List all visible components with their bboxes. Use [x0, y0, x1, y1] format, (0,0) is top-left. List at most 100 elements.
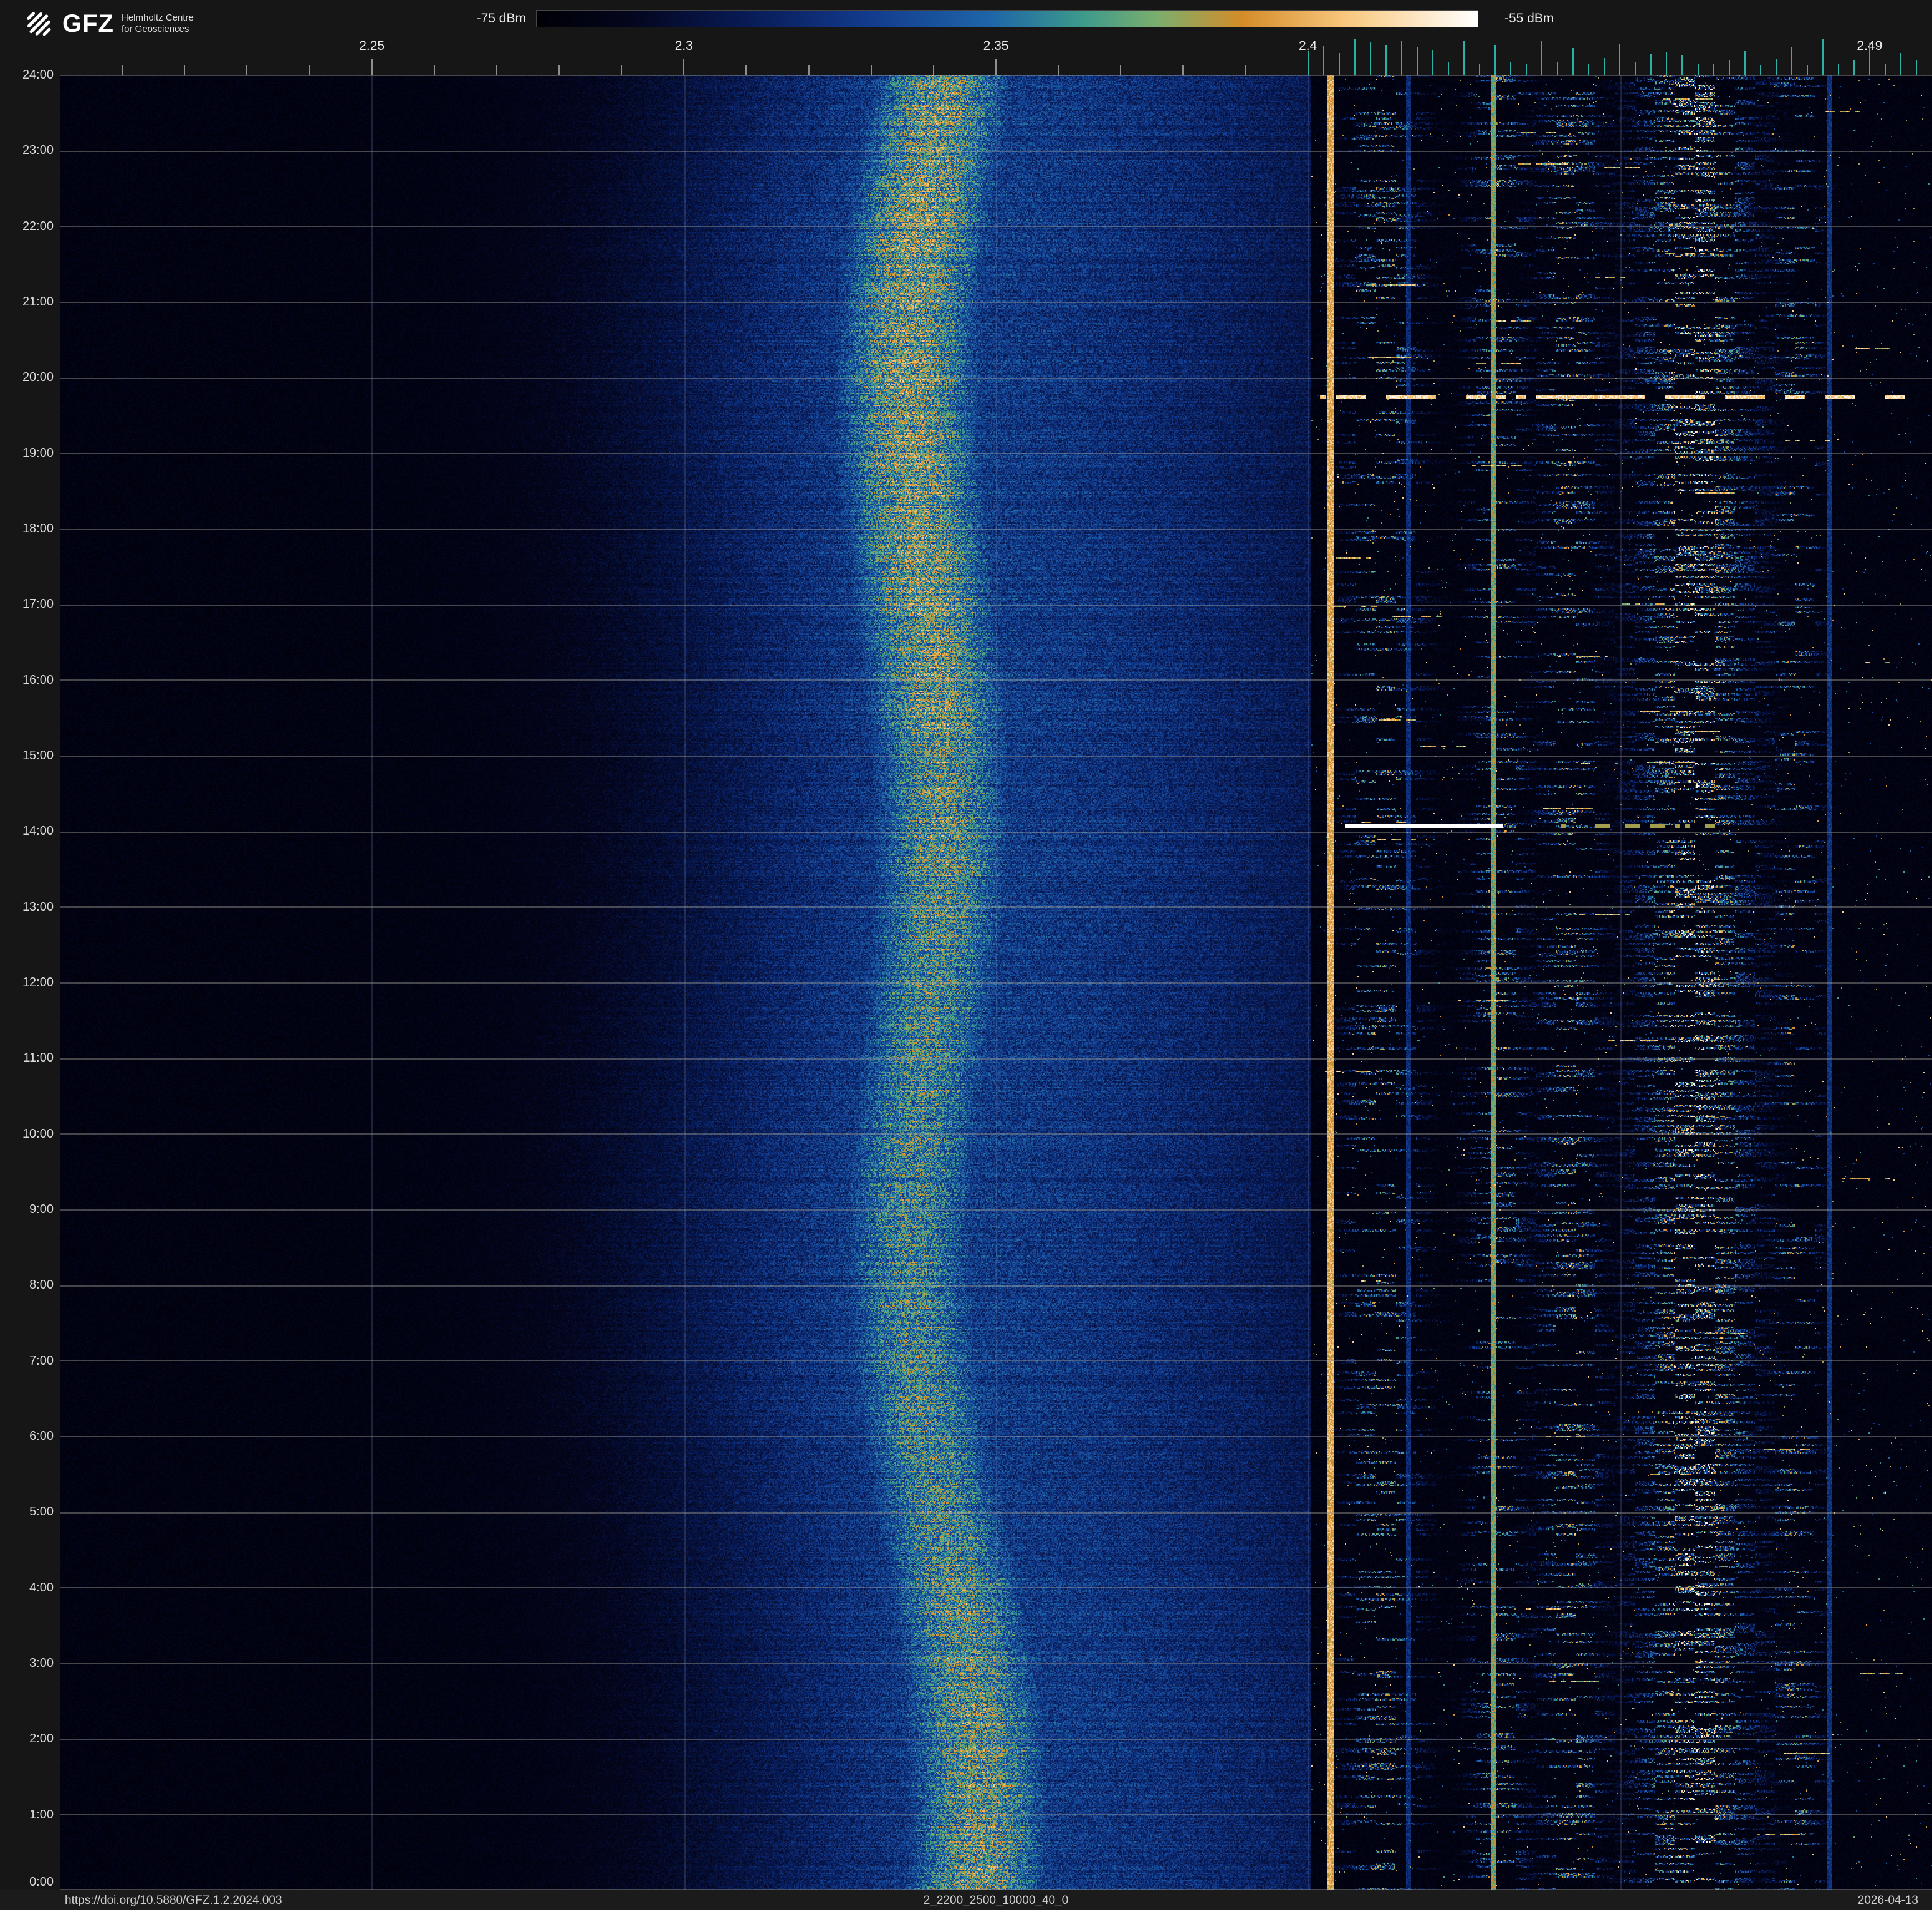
time-tick-label: 10:00	[22, 1126, 54, 1141]
time-tick-label: 0:00	[29, 1875, 54, 1889]
wifi-activity-tick	[1479, 64, 1481, 75]
wifi-activity-tick	[1697, 64, 1699, 75]
wifi-activity-tick	[1728, 60, 1730, 75]
spectrogram-canvas	[60, 75, 1932, 1890]
time-tick-label: 9:00	[29, 1202, 54, 1216]
time-tick-label: 22:00	[22, 219, 54, 233]
frequency-minor-tick	[371, 59, 373, 75]
wifi-activity-tick	[1619, 44, 1621, 75]
frequency-minor-tick	[495, 65, 497, 75]
wifi-activity-tick	[1400, 41, 1402, 75]
colorbar-min-label: -75 dBm	[476, 11, 526, 26]
frequency-minor-tick	[683, 59, 685, 75]
wifi-activity-tick	[1884, 64, 1886, 75]
gfz-logo-icon	[27, 12, 51, 36]
time-tick-label: 18:00	[22, 522, 54, 535]
wifi-activity-tick	[1369, 42, 1371, 75]
time-tick-label: 14:00	[22, 824, 54, 838]
wifi-activity-tick	[1666, 52, 1668, 75]
wifi-activity-tick	[1635, 62, 1637, 75]
time-tick-label: 12:00	[22, 976, 54, 989]
frequency-minor-tick	[621, 65, 623, 75]
frequency-minor-tick	[433, 65, 435, 75]
frequency-minor-tick	[995, 59, 997, 75]
time-tick-label: 11:00	[23, 1051, 54, 1065]
frequency-minor-tick	[122, 65, 123, 75]
wifi-activity-tick	[1915, 60, 1917, 75]
wifi-activity-tick	[1900, 53, 1901, 75]
time-tick-label: 7:00	[29, 1353, 54, 1368]
frequency-minor-tick	[246, 65, 248, 75]
wifi-activity-tick	[1510, 62, 1512, 75]
wifi-activity-tick	[1837, 64, 1839, 75]
time-tick-label: 3:00	[29, 1656, 54, 1670]
doi-text: https://doi.org/10.5880/GFZ.1.2.2024.003	[65, 1894, 282, 1907]
frequency-minor-tick	[308, 65, 310, 75]
frequency-minor-tick	[808, 65, 810, 75]
wifi-activity-tick	[1791, 47, 1792, 75]
frequency-minor-tick	[558, 65, 560, 75]
wifi-activity-tick	[1868, 43, 1870, 75]
frequency-minor-tick	[1120, 65, 1122, 75]
time-tick-label: 21:00	[22, 295, 54, 309]
wifi-activity-tick	[1526, 64, 1528, 75]
wifi-activity-tick	[1432, 50, 1433, 75]
gfz-logo-subtitle: Helmholtz Centre for Geosciences	[122, 12, 194, 35]
date-text: 2026-04-13	[1857, 1894, 1918, 1907]
time-tick-label: 5:00	[29, 1505, 54, 1519]
frequency-tick-label: 2.35	[983, 39, 1009, 53]
colorbar-max-label: -55 dBm	[1504, 11, 1554, 26]
footer-bar: https://doi.org/10.5880/GFZ.1.2.2024.003…	[0, 1890, 1932, 1910]
time-tick-label: 16:00	[22, 673, 54, 687]
frequency-minor-tick	[932, 65, 934, 75]
time-tick-label: 24:00	[22, 68, 54, 82]
wifi-activity-tick	[1822, 39, 1824, 75]
time-tick-label: 19:00	[22, 446, 54, 460]
wifi-activity-tick	[1588, 64, 1590, 75]
wifi-activity-tick	[1557, 62, 1559, 75]
spectrogram-page: GFZ Helmholtz Centre for Geosciences -75…	[0, 0, 1932, 1910]
time-tick-label: 15:00	[22, 749, 54, 762]
wifi-activity-tick	[1572, 48, 1574, 75]
wifi-activity-tick	[1775, 59, 1777, 75]
colorbar-gradient	[536, 10, 1478, 27]
gfz-logo-subtitle-line1: Helmholtz Centre	[121, 12, 194, 23]
wifi-activity-tick	[1463, 41, 1465, 75]
wifi-activity-tick	[1447, 62, 1449, 75]
time-tick-label: 2:00	[29, 1732, 54, 1746]
frequency-minor-tick	[184, 65, 186, 75]
wifi-activity-tick	[1650, 54, 1652, 75]
frequency-minor-tick	[1058, 65, 1059, 75]
frequency-tick-label: 2.25	[359, 39, 385, 53]
gfz-logo: GFZ Helmholtz Centre for Geosciences	[22, 7, 194, 40]
wifi-activity-tick	[1744, 51, 1746, 75]
time-tick-label: 8:00	[29, 1278, 54, 1292]
time-tick-label: 1:00	[29, 1807, 54, 1821]
wifi-activity-tick	[1354, 39, 1356, 75]
frequency-tick-label: 2.3	[674, 39, 693, 53]
time-tick-label: 13:00	[22, 900, 54, 914]
wifi-activity-tick	[1853, 60, 1855, 75]
wifi-activity-tick	[1541, 41, 1543, 75]
wifi-activity-tick	[1416, 47, 1418, 75]
frequency-minor-tick	[745, 65, 747, 75]
frequency-minor-tick	[1182, 65, 1184, 75]
time-tick-label: 17:00	[22, 597, 54, 612]
wifi-activity-tick	[1713, 64, 1714, 75]
wifi-activity-tick	[1681, 55, 1683, 75]
wifi-activity-tick	[1494, 45, 1496, 75]
time-tick-label: 20:00	[22, 370, 54, 385]
wifi-activity-tick	[1385, 45, 1387, 75]
wifi-activity-tick	[1806, 65, 1808, 75]
time-tick-label: 6:00	[29, 1429, 54, 1443]
wifi-activity-tick	[1322, 46, 1324, 75]
frequency-minor-tick	[1245, 65, 1246, 75]
gfz-logo-text: GFZ	[62, 9, 114, 37]
wifi-activity-tick	[1759, 65, 1761, 75]
time-tick-label: 4:00	[29, 1580, 54, 1595]
time-tick-label: 23:00	[22, 143, 54, 158]
wifi-activity-tick	[1604, 58, 1605, 75]
gfz-logo-subtitle-line2: for Geosciences	[121, 24, 189, 34]
wifi-activity-tick	[1307, 51, 1309, 75]
wifi-activity-tick	[1338, 53, 1340, 75]
